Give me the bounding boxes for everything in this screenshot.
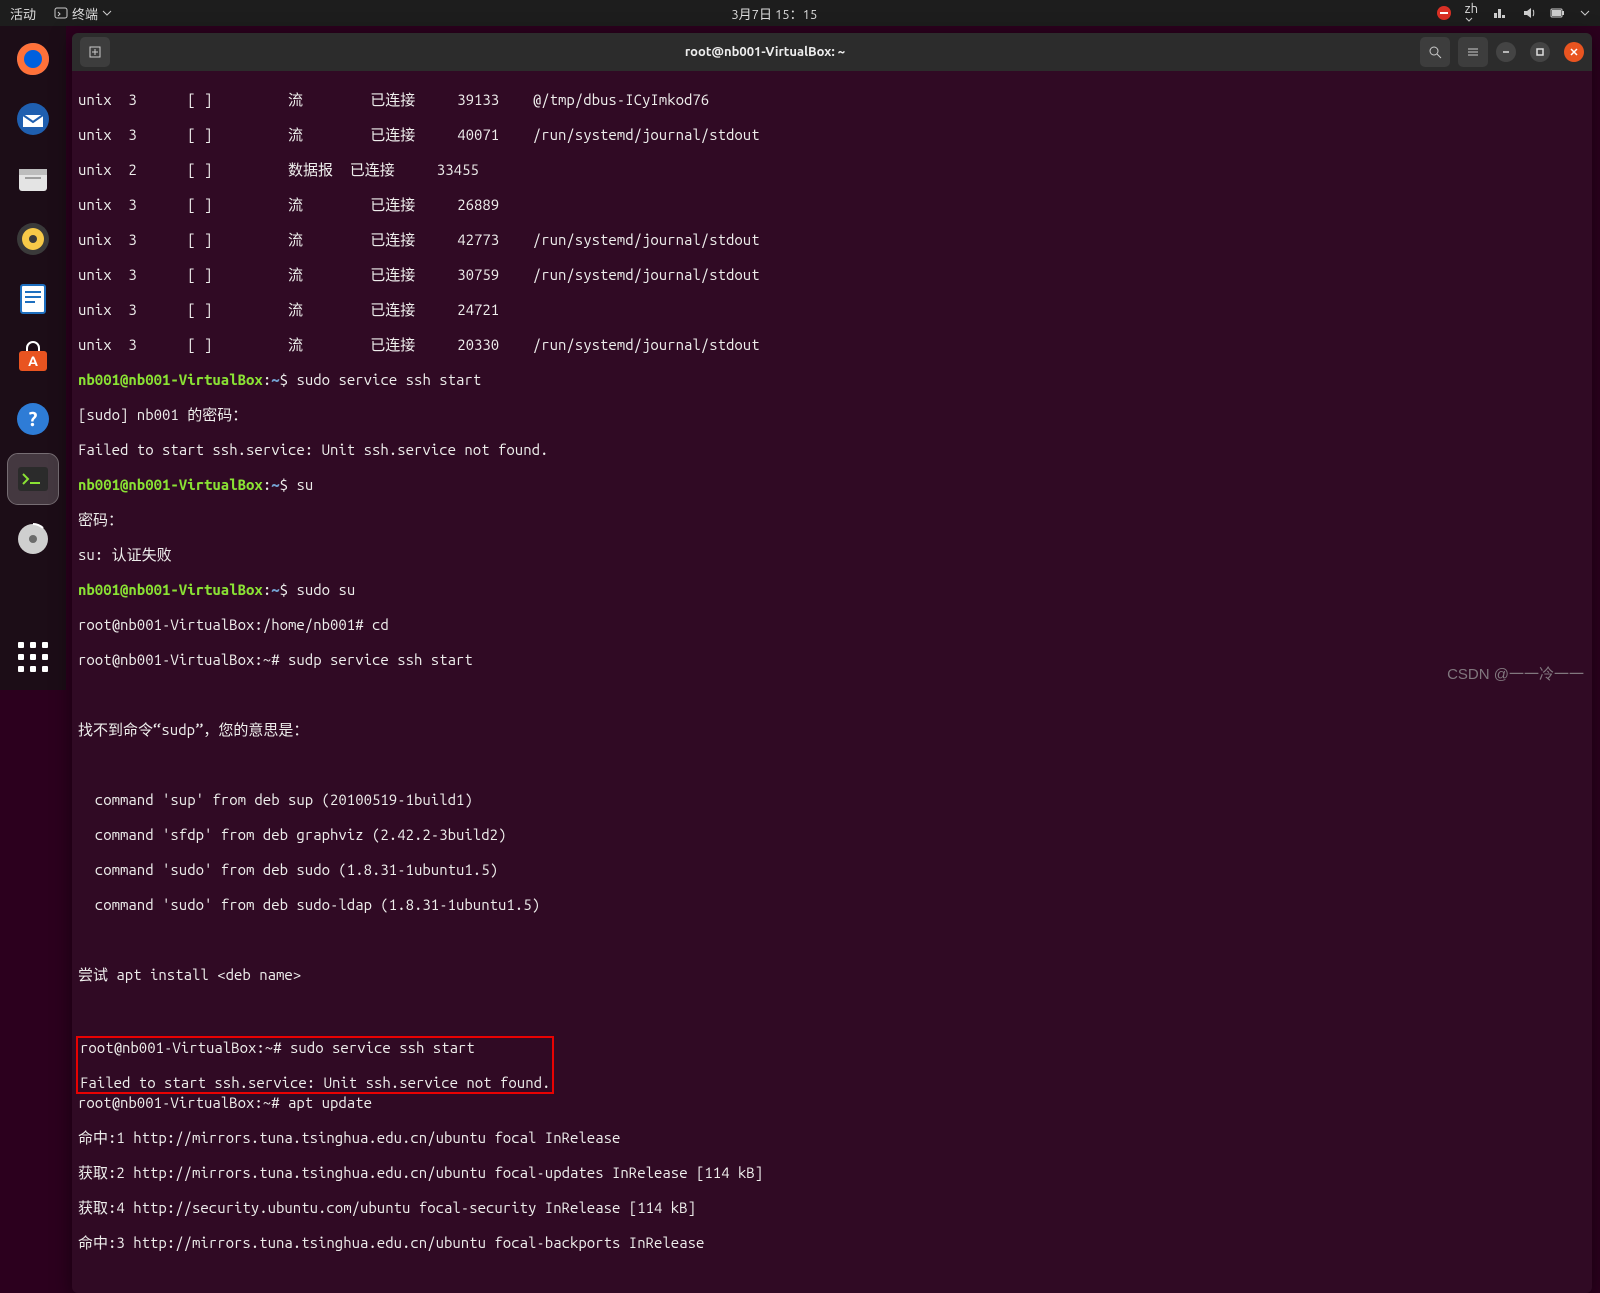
maximize-icon [1535,47,1545,57]
dock-rhythmbox[interactable] [8,214,58,264]
netstat-row: unix 3 [ ] 流 已连接 42773 /run/systemd/jour… [78,231,1586,249]
app-menu[interactable]: 终端 [54,4,112,23]
svg-text:A: A [28,353,38,369]
window-title: root@nb001-VirtualBox: ~ [118,45,1412,59]
watermark: CSDN @一一冷一一 [1447,663,1584,684]
output-line: su: 认证失败 [78,546,1586,564]
output-line: Failed to start ssh.service: Unit ssh.se… [78,441,1586,459]
dock-files[interactable] [8,154,58,204]
prompt-line: nb001@nb001-VirtualBox:~$ su [78,476,1586,494]
output-line: 尝试 apt install <deb name> [78,966,1586,984]
firefox-icon [13,39,53,79]
suggestion-line: command 'sudo' from deb sudo-ldap (1.8.3… [78,896,1586,914]
clock[interactable]: 3月7日 15：15 [112,4,1437,23]
status-area[interactable]: zh [1437,2,1590,24]
rhythmbox-icon [13,219,53,259]
hamburger-icon [1466,45,1480,59]
netstat-row: unix 2 [ ] 数据报 已连接 33455 [78,161,1586,179]
gnome-topbar: 活动 终端 3月7日 15：15 zh [0,0,1600,26]
netstat-row: unix 3 [ ] 流 已连接 30759 /run/systemd/jour… [78,266,1586,284]
output-line: 找不到命令“sudp”，您的意思是： [78,721,1586,739]
prompt-line: nb001@nb001-VirtualBox:~$ sudo su [78,581,1586,599]
input-language-indicator[interactable]: zh [1465,2,1478,24]
terminal-window: root@nb001-VirtualBox: ~ unix 3 [ ] 流 已连… [72,33,1592,1293]
new-tab-button[interactable] [80,37,110,67]
volume-icon [1522,6,1536,20]
dock-disk[interactable] [8,514,58,564]
do-not-disturb-icon [1437,6,1451,20]
suggestion-line: command 'sudo' from deb sudo (1.8.31-1ub… [78,861,1586,879]
disk-icon [13,519,53,559]
battery-icon [1550,6,1566,20]
highlighted-block: root@nb001-VirtualBox:~# sudo service ss… [76,1036,554,1095]
dock-terminal[interactable] [8,454,58,504]
apps-grid-icon [18,642,48,672]
thunderbird-icon [13,99,53,139]
blank-line [78,931,1586,949]
output-line: 密码： [78,511,1586,529]
close-icon [1569,47,1579,57]
chevron-down-icon [1465,16,1473,24]
ubuntu-software-icon: A [13,339,53,379]
svg-text:?: ? [29,407,38,430]
blank-line [78,1001,1586,1019]
dock-libreoffice-writer[interactable] [8,274,58,324]
output-line: root@nb001-VirtualBox:/home/nb001# cd [78,616,1586,634]
terminal-small-icon [54,6,68,20]
app-menu-label: 终端 [72,4,98,23]
blank-line [78,756,1586,774]
netstat-row: unix 3 [ ] 流 已连接 20330 /run/systemd/jour… [78,336,1586,354]
prompt-line: nb001@nb001-VirtualBox:~$ sudo service s… [78,371,1586,389]
netstat-row: unix 3 [ ] 流 已连接 24721 [78,301,1586,319]
chevron-down-icon [1580,8,1590,18]
files-icon [13,159,53,199]
terminal-icon [13,459,53,499]
blank-line [78,686,1586,704]
apt-line: 获取:2 http://mirrors.tuna.tsinghua.edu.cn… [78,1164,1586,1182]
window-titlebar[interactable]: root@nb001-VirtualBox: ~ [72,33,1592,71]
dock: A ? [0,26,66,690]
dock-help[interactable]: ? [8,394,58,444]
output-line: root@nb001-VirtualBox:~# apt update [78,1094,1586,1112]
search-icon [1428,45,1442,59]
netstat-row: unix 3 [ ] 流 已连接 39133 @/tmp/dbus-ICyImk… [78,91,1586,109]
show-applications-button[interactable] [8,632,58,682]
terminal-output[interactable]: unix 3 [ ] 流 已连接 39133 @/tmp/dbus-ICyImk… [72,71,1592,1293]
activities-button[interactable]: 活动 [10,4,36,23]
apt-line: 命中:1 http://mirrors.tuna.tsinghua.edu.cn… [78,1129,1586,1147]
apt-line: 命中:3 http://mirrors.tuna.tsinghua.edu.cn… [78,1234,1586,1252]
output-line: root@nb001-VirtualBox:~# sudp service ss… [78,651,1586,669]
dock-ubuntu-software[interactable]: A [8,334,58,384]
writer-icon [13,279,53,319]
apt-line: 获取:4 http://security.ubuntu.com/ubuntu f… [78,1199,1586,1217]
network-icon [1492,6,1508,20]
maximize-button[interactable] [1530,42,1550,62]
hamburger-menu-button[interactable] [1458,37,1488,67]
search-button[interactable] [1420,37,1450,67]
help-icon: ? [13,399,53,439]
output-line: [sudo] nb001 的密码： [78,406,1586,424]
netstat-row: unix 3 [ ] 流 已连接 26889 [78,196,1586,214]
suggestion-line: command 'sup' from deb sup (20100519-1bu… [78,791,1586,809]
dock-firefox[interactable] [8,34,58,84]
chevron-down-icon [102,8,112,18]
dock-thunderbird[interactable] [8,94,58,144]
new-tab-icon [88,45,102,59]
minimize-icon [1501,47,1511,57]
minimize-button[interactable] [1496,42,1516,62]
netstat-row: unix 3 [ ] 流 已连接 40071 /run/systemd/jour… [78,126,1586,144]
suggestion-line: command 'sfdp' from deb graphviz (2.42.2… [78,826,1586,844]
close-button[interactable] [1564,42,1584,62]
